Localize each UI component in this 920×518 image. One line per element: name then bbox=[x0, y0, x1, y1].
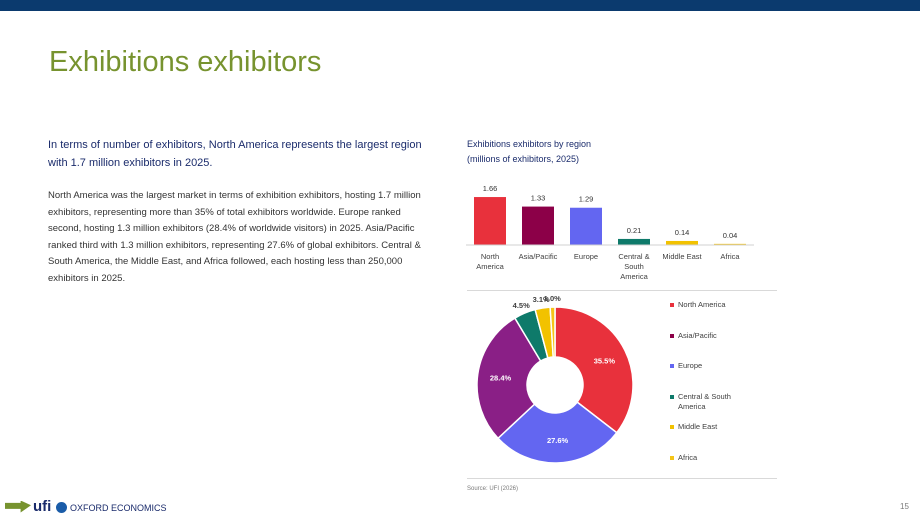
bar-north-america bbox=[474, 197, 506, 245]
bar-value-label: 1.33 bbox=[531, 194, 546, 203]
legend-label: Europe bbox=[678, 361, 703, 370]
page-number: 15 bbox=[900, 502, 909, 511]
legend-label: Asia/Pacific bbox=[678, 330, 717, 340]
bar-middle-east bbox=[666, 240, 698, 245]
bar-category-label: Africa bbox=[720, 252, 740, 261]
bar-central-south-america bbox=[618, 238, 650, 245]
page-title: Exhibitions exhibitors bbox=[49, 46, 322, 78]
legend-item-north-america: North America bbox=[670, 300, 726, 310]
bar-category-label: Central & South America bbox=[618, 252, 649, 281]
legend-item-middle-east: Middle East bbox=[670, 422, 717, 432]
ufi-logo: ufi bbox=[5, 498, 51, 515]
legend-item-asia-pacific: Asia/Pacific bbox=[670, 331, 717, 341]
chart-divider bbox=[467, 290, 777, 291]
bar-value-label: 1.29 bbox=[579, 195, 594, 204]
bar-asia-pacific bbox=[522, 206, 554, 245]
legend-swatch bbox=[670, 364, 674, 368]
slice-label: 35.5% bbox=[594, 357, 616, 366]
bar-chart: 1.66 North America 1.33 Asia/Pacific 1.29 Euro… bbox=[466, 184, 754, 281]
legend-swatch bbox=[670, 455, 674, 460]
chart-subtitle: (millions of exhibitors, 2025) bbox=[467, 154, 580, 164]
bar-category-label: Asia/Pacific bbox=[519, 252, 558, 261]
legend-label: North America bbox=[678, 300, 726, 309]
slice-label: 1.0% bbox=[544, 295, 561, 303]
lead-paragraph: In terms of number of exhibitors, North … bbox=[48, 139, 422, 169]
source-divider bbox=[467, 478, 777, 479]
bar-value-label: 0.14 bbox=[675, 228, 690, 237]
oxford-economics-logo: OXFORD ECONOMICS bbox=[56, 502, 167, 513]
legend-swatch bbox=[670, 303, 674, 307]
bar-category-label: North America bbox=[476, 252, 504, 271]
ufi-mark-icon bbox=[5, 500, 31, 513]
legend-item-central-south-america: Central & South America bbox=[670, 392, 731, 412]
chart-title: Exhibitions exhibitors by region bbox=[467, 139, 592, 149]
bar-category-label: Europe bbox=[574, 252, 598, 261]
top-bar bbox=[0, 0, 920, 11]
slice-label: 4.5% bbox=[513, 301, 530, 310]
globe-icon bbox=[56, 502, 67, 513]
slice-label: 28.4% bbox=[490, 373, 512, 382]
legend-label: Central & South America bbox=[678, 391, 731, 411]
legend-swatch bbox=[670, 333, 674, 338]
oxford-logo-text: OXFORD ECONOMICS bbox=[70, 502, 167, 513]
legend-item-europe: Europe bbox=[670, 361, 702, 371]
body-paragraph: North America was the largest market in … bbox=[48, 190, 421, 284]
bar-value-label: 1.66 bbox=[483, 184, 498, 193]
bar-value-label: 0.21 bbox=[627, 226, 642, 235]
legend-swatch bbox=[670, 425, 674, 429]
legend-item-africa: Africa bbox=[670, 453, 697, 463]
bar-value-label: 0.04 bbox=[723, 231, 738, 240]
source-note: Source: UFI (2026) bbox=[467, 486, 519, 492]
bar-category-label: Middle East bbox=[662, 252, 702, 261]
legend-label: Middle East bbox=[678, 422, 718, 431]
bar-europe bbox=[570, 207, 602, 245]
donut-chart: 35.5%27.6%28.4%4.5%3.1%1.0% bbox=[476, 295, 634, 464]
legend-label: Africa bbox=[678, 452, 698, 462]
ufi-logo-text: ufi bbox=[33, 498, 52, 515]
legend-swatch bbox=[670, 394, 674, 399]
slice-label: 27.6% bbox=[547, 436, 569, 445]
